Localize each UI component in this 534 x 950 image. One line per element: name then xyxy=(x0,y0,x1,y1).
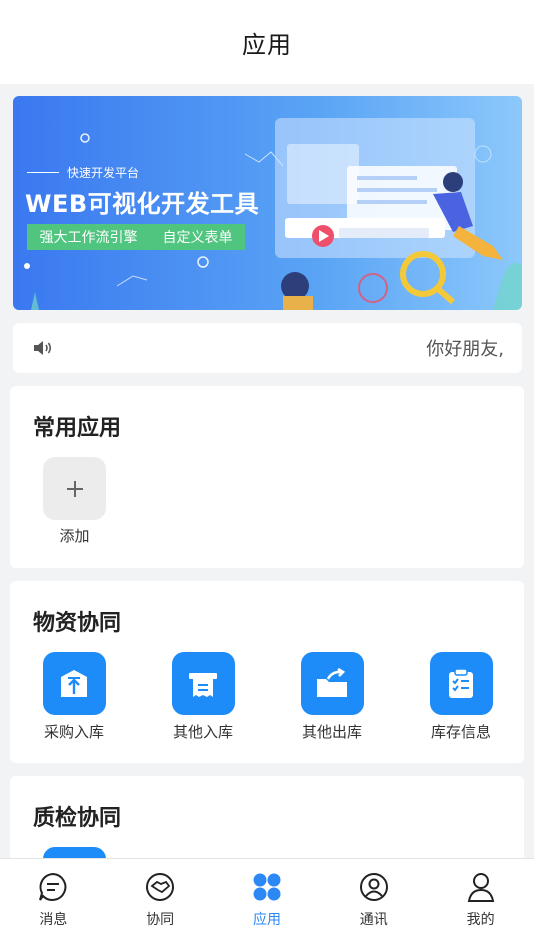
tab-label: 通讯 xyxy=(359,912,388,928)
banner-tag-form: 自定义表单 xyxy=(162,230,233,246)
app-label: 采购入库 xyxy=(43,723,104,741)
handshake-icon xyxy=(146,873,175,901)
receipt-printer-icon xyxy=(189,672,217,697)
user-icon xyxy=(467,873,494,902)
tab-label: 应用 xyxy=(252,912,281,928)
section-title-material: 物资协同 xyxy=(33,611,122,636)
tab-apps[interactable]: 应用 xyxy=(214,859,321,950)
speaker-icon xyxy=(34,341,52,355)
app-inventory-info[interactable]: 库存信息 xyxy=(416,652,506,742)
tab-label: 协同 xyxy=(146,912,175,928)
app-label: 其他出库 xyxy=(301,723,362,741)
banner-title: WEB可视化开发工具 xyxy=(25,190,260,218)
apps-grid-icon xyxy=(253,873,281,901)
add-app-button[interactable] xyxy=(43,457,106,520)
app-other-inbound[interactable]: 其他入库 xyxy=(158,652,248,742)
tab-me[interactable]: 我的 xyxy=(427,859,534,950)
promo-banner[interactable]: 快速开发平台 WEB可视化开发工具 强大工作流引擎 自定义表单 xyxy=(13,96,522,310)
page-title: 应用 xyxy=(242,30,292,59)
app-label: 库存信息 xyxy=(430,723,491,741)
notice-bar[interactable]: 你好朋友, xyxy=(13,323,522,373)
checklist-icon xyxy=(449,667,473,698)
banner-tags: 强大工作流引擎 自定义表单 xyxy=(27,224,245,250)
tab-label: 消息 xyxy=(39,912,68,928)
banner-tag-workflow: 强大工作流引擎 xyxy=(39,230,138,246)
banner-subtitle: 快速开发平台 xyxy=(27,164,139,181)
folder-export-icon xyxy=(317,667,347,697)
notice-text: 你好朋友, xyxy=(426,339,504,360)
common-apps-card: 常用应用 添加 xyxy=(10,386,524,568)
add-app-label: 添加 xyxy=(59,527,90,545)
app-header: 应用 xyxy=(0,0,534,84)
section-title-quality: 质检协同 xyxy=(33,806,122,831)
app-label: 其他入库 xyxy=(172,723,233,741)
app-other-outbound[interactable]: 其他出库 xyxy=(287,652,377,742)
tab-contacts[interactable]: 通讯 xyxy=(320,859,427,950)
bottom-tab-bar: 消息 协同 应用 通讯 我的 xyxy=(0,858,534,950)
plus-icon xyxy=(66,480,83,497)
tab-label: 我的 xyxy=(466,912,495,928)
box-upload-icon xyxy=(61,669,87,697)
tab-messages[interactable]: 消息 xyxy=(0,859,107,950)
tab-collab[interactable]: 协同 xyxy=(107,859,214,950)
contact-icon xyxy=(359,873,388,901)
material-collab-card: 物资协同 采购入库 其他入库 其他出库 库存信息 xyxy=(10,581,524,763)
section-title-common: 常用应用 xyxy=(33,416,122,441)
app-purchase-inbound[interactable]: 采购入库 xyxy=(29,652,119,742)
message-icon xyxy=(39,872,67,901)
